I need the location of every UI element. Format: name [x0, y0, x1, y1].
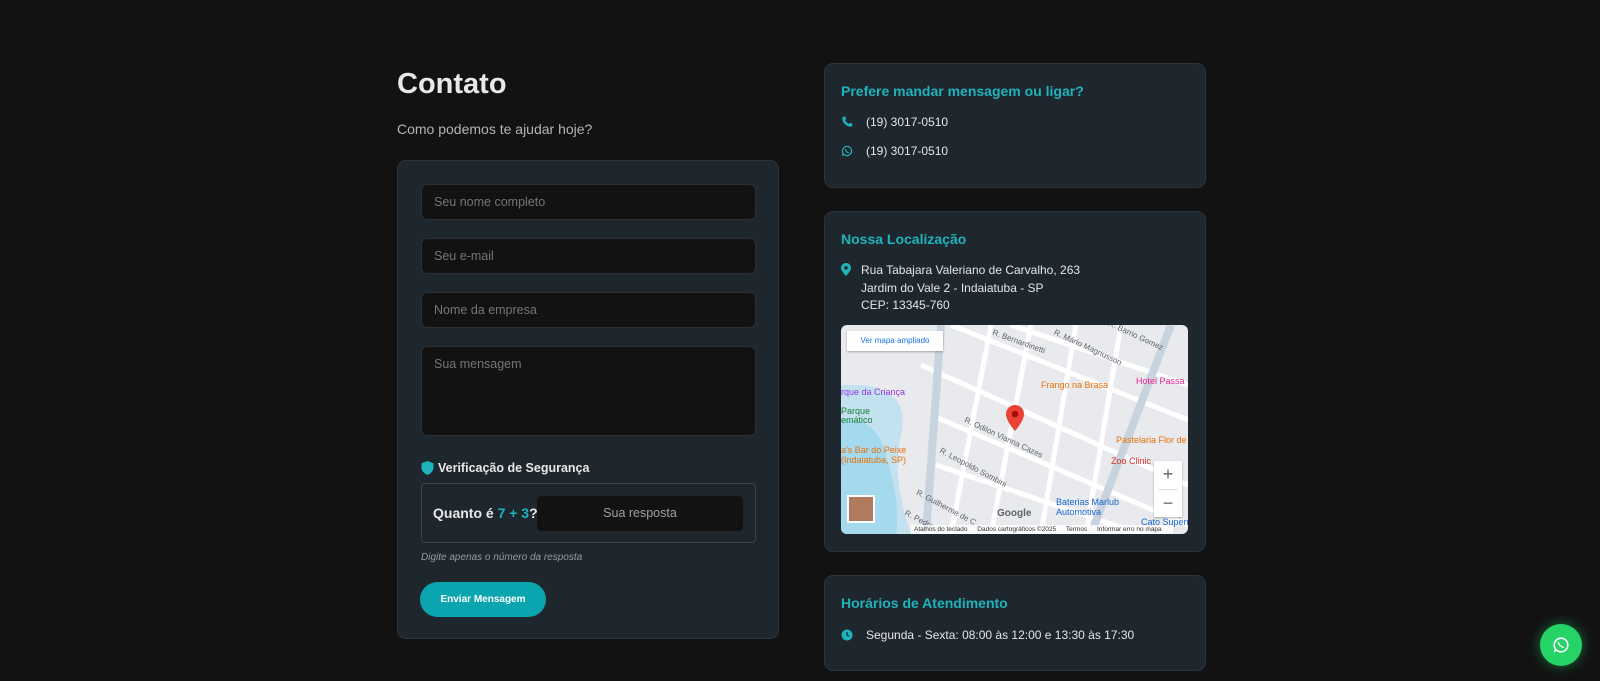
phone-icon [842, 116, 853, 127]
send-message-button[interactable]: Enviar Mensagem [420, 582, 546, 617]
terms-link[interactable]: Termos [1066, 526, 1087, 533]
name-input[interactable] [421, 184, 756, 220]
phone-row[interactable]: (19) 3017-0510 [841, 115, 948, 129]
captcha-question: Quanto é 7 + 3? [433, 505, 538, 521]
page-title: Contato [397, 68, 507, 100]
page-subtitle: Como podemos te ajudar hoje? [397, 121, 593, 137]
contact-form: Verificação de Segurança Quanto é 7 + 3?… [397, 160, 779, 639]
map-place: Parque emático [841, 406, 873, 425]
whatsapp-floating-button[interactable] [1540, 624, 1582, 666]
embedded-map[interactable]: R. Bernardinetti R. Mário Magnusson R. B… [841, 325, 1188, 534]
location-card-title: Nossa Localização [841, 231, 967, 247]
contact-header: Contato Como podemos te ajudar hoje? [397, 60, 779, 137]
company-input[interactable] [421, 292, 756, 328]
hours-row: Segunda - Sexta: 08:00 às 12:00 e 13:30 … [841, 628, 1134, 642]
map-marker-icon[interactable] [1006, 405, 1024, 431]
map-place: Zoo Clinic [1111, 456, 1152, 466]
whatsapp-icon [1553, 637, 1569, 653]
view-larger-map-link[interactable]: Ver mapa ampliado [847, 331, 943, 351]
google-logo: Google [997, 508, 1032, 519]
contact-card-title: Prefere mandar mensagem ou ligar? [841, 83, 1084, 99]
captcha-expression: 7 + 3 [497, 505, 530, 521]
whatsapp-row[interactable]: (19) 3017-0510 [841, 144, 948, 158]
phone-number: (19) 3017-0510 [866, 115, 949, 129]
captcha-answer-input[interactable]: Sua resposta [537, 496, 743, 531]
map-data-credit: Dados cartográficos ©2025 [977, 526, 1057, 533]
captcha-box: Quanto é 7 + 3? Sua resposta [421, 483, 756, 543]
map-place: Frango na Brasa [1041, 380, 1109, 390]
map-place: Hotel Passa [1136, 376, 1185, 386]
hours-card-title: Horários de Atendimento [841, 595, 1008, 611]
map-attribution: Atalhos do teclado Dados cartográficos ©… [911, 525, 1173, 534]
security-title-label: Verificação de Segurança [438, 461, 590, 475]
zoom-out-button[interactable]: − [1154, 490, 1182, 518]
hours-card: Horários de Atendimento Segunda - Sexta:… [824, 575, 1206, 671]
zoom-in-button[interactable]: + [1154, 461, 1182, 489]
captcha-prefix: Quanto é [433, 505, 494, 521]
map-zoom-controls: + − [1154, 461, 1182, 517]
whatsapp-icon [841, 145, 853, 157]
address-line-3: CEP: 13345-760 [861, 298, 950, 312]
location-pin-icon [841, 263, 851, 276]
address-line-1: Rua Tabajara Valeriano de Carvalho, 263 [861, 263, 1081, 277]
address-line-2: Jardim do Vale 2 - Indaiatuba - SP [861, 280, 1044, 295]
map-place: Pastelaria Flor de [1116, 435, 1187, 445]
satellite-toggle[interactable] [847, 495, 875, 523]
location-card: Nossa Localização Rua Tabajara Valeriano… [824, 211, 1206, 552]
report-error-link[interactable]: Informar erro no mapa [1097, 526, 1162, 533]
captcha-hint: Digite apenas o número da resposta [421, 552, 583, 563]
clock-icon [841, 629, 853, 641]
map-place: rque da Criança [841, 387, 906, 397]
security-title: Verificação de Segurança [421, 461, 589, 475]
hours-weekday: Segunda - Sexta: 08:00 às 12:00 e 13:30 … [866, 628, 1135, 642]
address: Rua Tabajara Valeriano de Carvalho, 263 … [861, 262, 1080, 315]
map-place: a's Bar do Peixe (Indaiatuba, SP) [841, 445, 907, 465]
whatsapp-number: (19) 3017-0510 [866, 144, 949, 158]
contact-card: Prefere mandar mensagem ou ligar? (19) 3… [824, 63, 1206, 188]
keyboard-shortcuts-link[interactable]: Atalhos do teclado [914, 526, 967, 533]
map-place: Baterias Marlub Automotiva [1056, 497, 1120, 517]
shield-icon [421, 461, 434, 475]
message-textarea[interactable] [421, 346, 756, 436]
email-input[interactable] [421, 238, 756, 274]
